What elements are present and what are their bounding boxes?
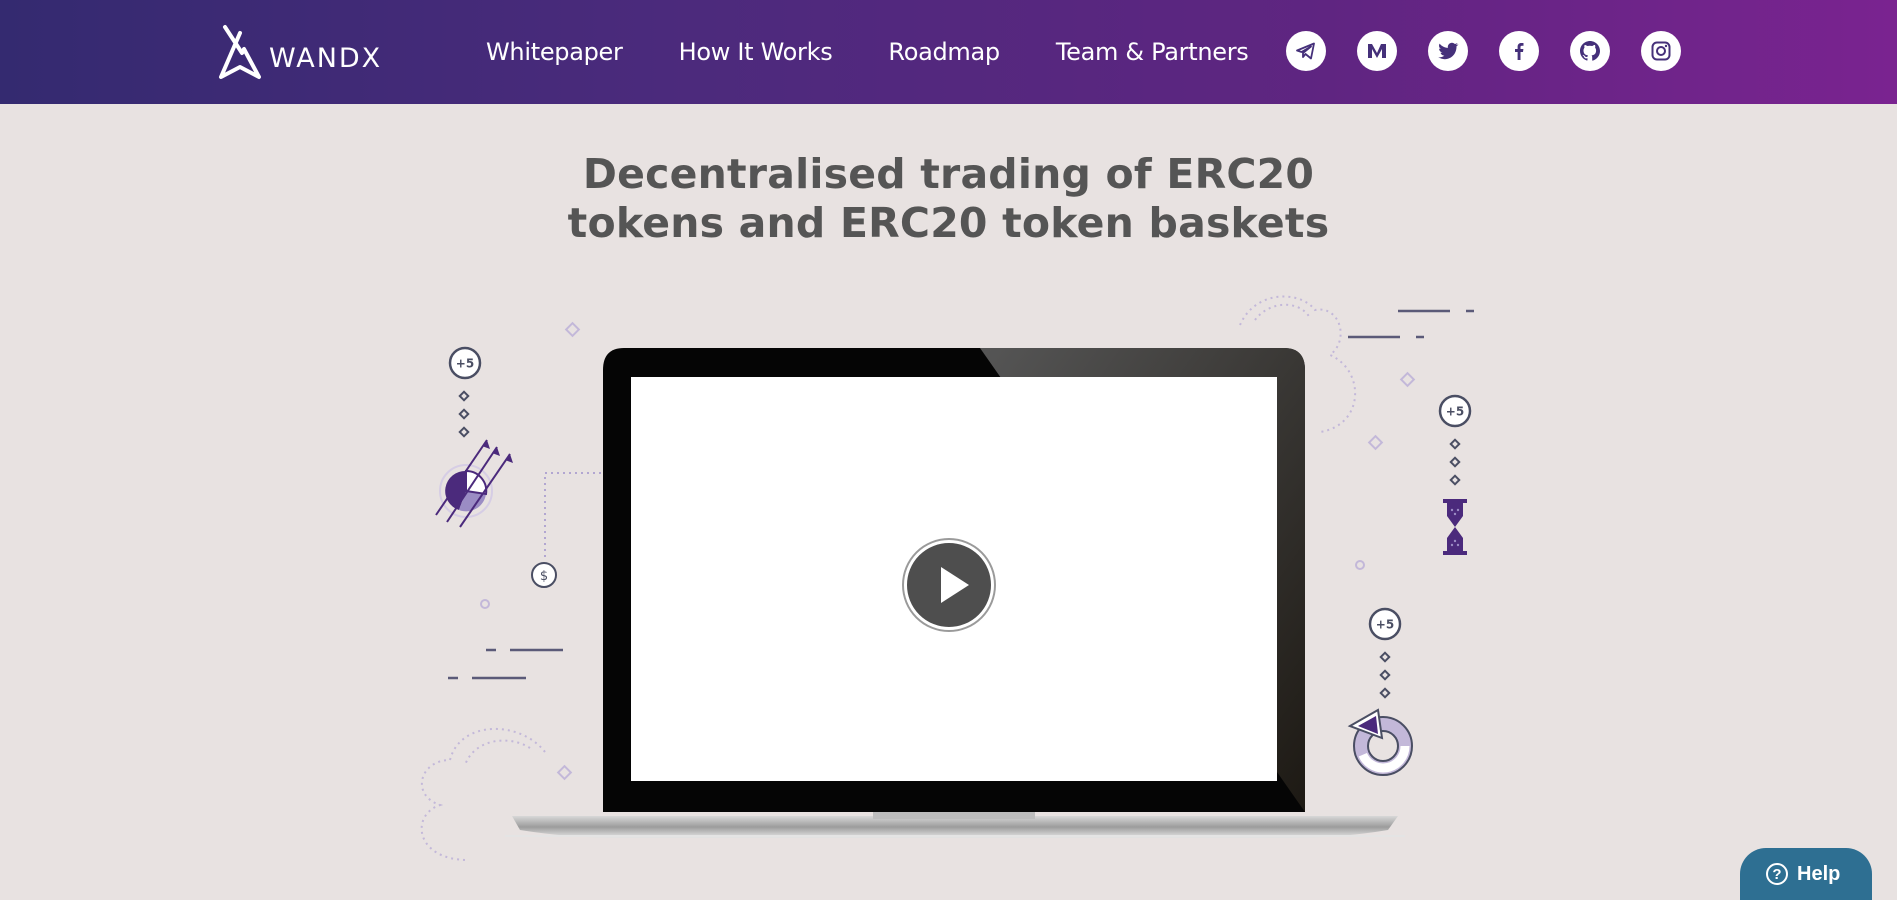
dotted-connector	[544, 472, 601, 560]
help-question-icon: ?	[1766, 863, 1788, 885]
coin-label: $	[540, 569, 548, 584]
badge-left: +5	[448, 346, 482, 380]
help-label: Help	[1797, 862, 1841, 885]
badge-right-bottom-diamonds	[1379, 651, 1391, 699]
donut-chart-icon	[1347, 708, 1413, 776]
badge-right-top-label: +5	[1446, 405, 1464, 419]
badge-left-label: +5	[456, 357, 474, 371]
pie-chart-icon	[435, 439, 513, 528]
hourglass-icon	[1443, 499, 1467, 555]
cloud-decoration-bottom-left	[420, 728, 546, 861]
hero-illustration: +5 $ +5 +5	[420, 295, 1474, 861]
badge-right-bottom-label: +5	[1376, 618, 1394, 632]
badge-right-bottom: +5	[1368, 607, 1402, 641]
badge-right-top: +5	[1438, 394, 1472, 428]
badge-right-top-diamonds	[1449, 438, 1461, 486]
video-play-button[interactable]	[904, 540, 994, 630]
help-button[interactable]: ? Help	[1740, 848, 1872, 900]
dollar-coin-icon: $	[531, 562, 557, 588]
badge-left-diamonds	[458, 390, 470, 438]
